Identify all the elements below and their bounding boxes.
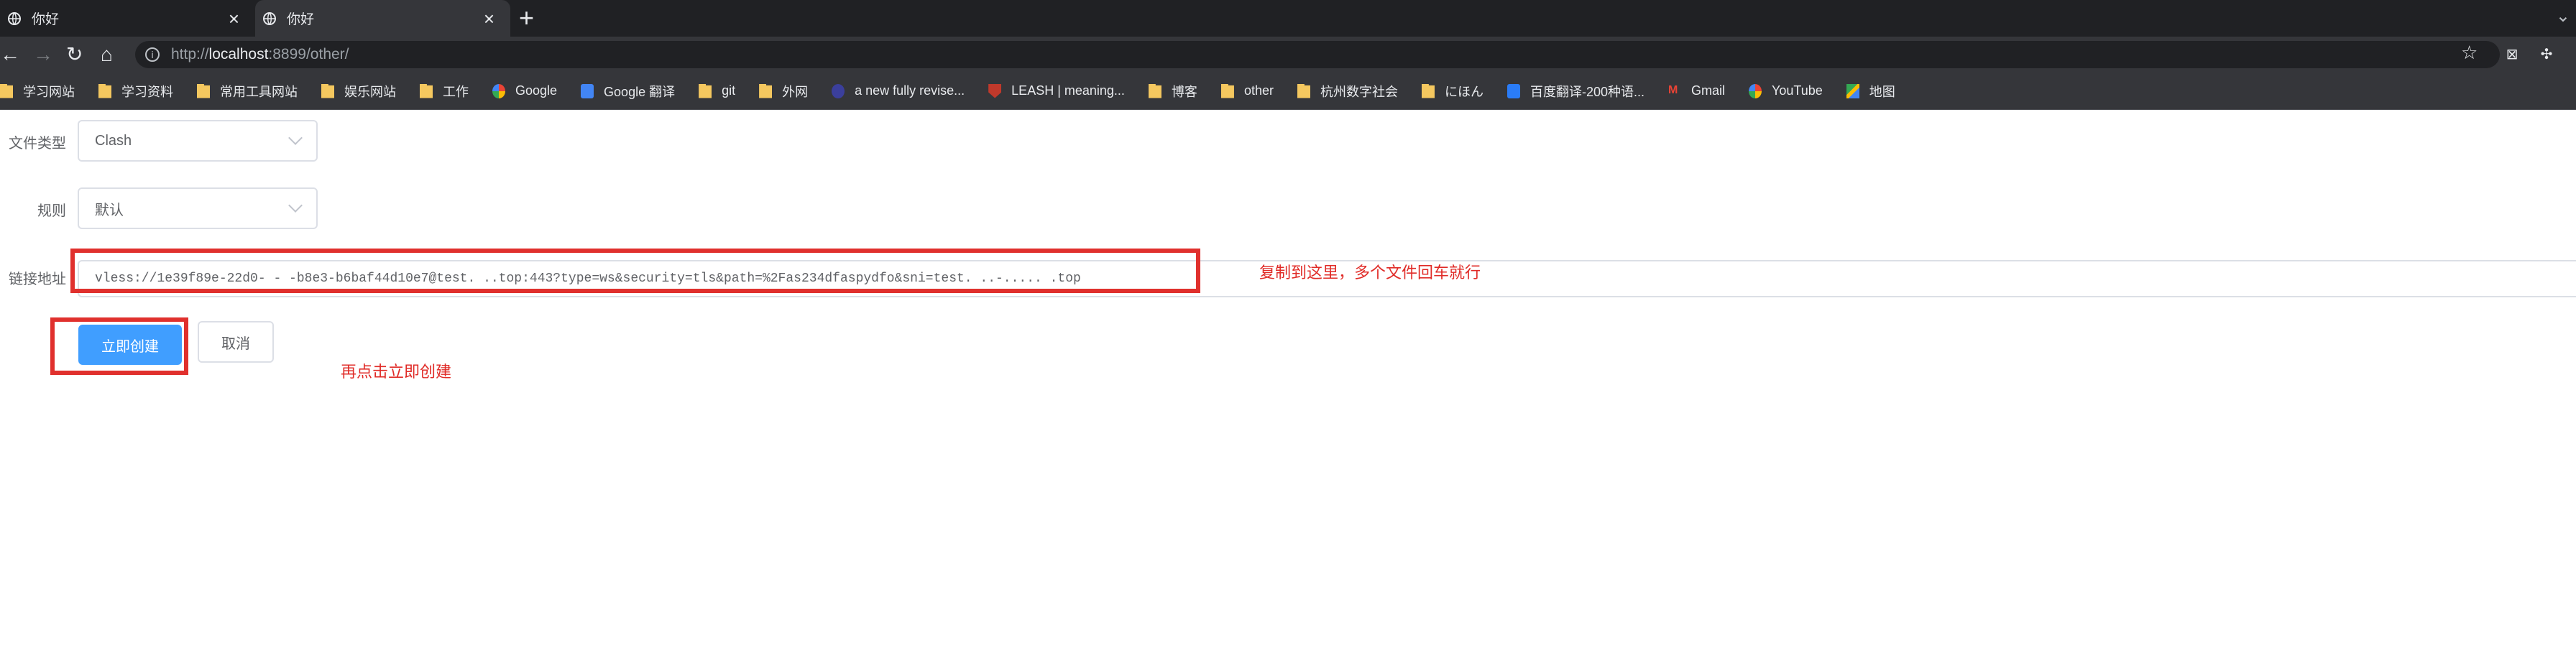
folder-icon [1297, 83, 1310, 98]
chevron-down-icon [288, 198, 303, 213]
shield-icon [988, 83, 1002, 98]
site-info-icon[interactable]: i [145, 47, 160, 62]
tab-strip: 你好 × 你好 × + ⌄ [0, 0, 2576, 37]
bookmark-label: 工作 [443, 84, 469, 99]
gmail-icon: M [1668, 83, 1678, 96]
bookmark-label: LEASH | meaning... [1011, 83, 1125, 98]
bookmark-label: Google 翻译 [604, 84, 676, 99]
bookmark-item[interactable]: git [699, 83, 735, 98]
bookmark-item[interactable]: a new fully revise... [832, 83, 965, 98]
address-bar[interactable]: i http://localhost:8899/other/ [135, 41, 2500, 68]
google-translate-icon [581, 83, 594, 98]
bookmark-star-icon[interactable]: ☆ [2461, 42, 2478, 64]
bookmark-label: 学习网站 [23, 84, 75, 99]
highlight-box-create [50, 317, 188, 375]
browser-tab-active[interactable]: 你好 × [255, 0, 510, 37]
rule-select[interactable]: 默认 [78, 187, 318, 229]
bookmark-item[interactable]: 博客 [1148, 82, 1197, 101]
forward-icon[interactable]: → [33, 43, 53, 66]
link-label: 链接地址 [9, 272, 66, 287]
puzzle-icon[interactable]: ✣ [2537, 45, 2556, 64]
bookmark-item[interactable]: 百度翻译-200种语... [1506, 82, 1644, 101]
rule-label: 规则 [37, 203, 66, 219]
google-icon [492, 83, 505, 98]
bookmark-item[interactable]: M Gmail [1668, 83, 1725, 98]
baidu-translate-icon [1506, 83, 1520, 98]
bookmark-item[interactable]: 地图 [1846, 82, 1895, 101]
bookmark-item[interactable]: 娱乐网站 [321, 82, 396, 101]
google-icon [1749, 83, 1762, 98]
paste-hint-annotation: 复制到这里，多个文件回车就行 [1259, 264, 1481, 282]
globe-icon [263, 11, 276, 25]
bookmark-item[interactable]: Google [492, 83, 557, 98]
tab-title: 你好 [287, 12, 315, 27]
extension-icon[interactable]: ⊠ [2503, 45, 2521, 64]
file-type-select[interactable]: Clash [78, 120, 318, 162]
bookmark-item[interactable]: 杭州数字社会 [1297, 82, 1398, 101]
folder-icon [699, 83, 712, 98]
highlight-box-link [70, 249, 1200, 293]
close-tab-icon[interactable]: × [484, 9, 494, 28]
close-tab-icon[interactable]: × [229, 9, 239, 28]
bookmark-label: 杭州数字社会 [1320, 84, 1398, 99]
browser-toolbar: ← → ↻ ⌂ i http://localhost:8899/other/ ☆… [0, 37, 2576, 73]
tab-title: 你好 [32, 12, 60, 27]
bookmark-label: Gmail [1691, 83, 1726, 98]
maps-icon [1846, 83, 1859, 98]
folder-icon [0, 83, 13, 98]
bookmark-label: 常用工具网站 [220, 84, 298, 99]
bookmark-label: 百度翻译-200种语... [1530, 84, 1644, 99]
folder-icon [1148, 83, 1162, 98]
folder-icon [1220, 83, 1234, 98]
click-hint-annotation: 再点击立即创建 [341, 363, 452, 381]
chevron-down-icon [288, 131, 303, 145]
bookmark-label: 娱乐网站 [344, 84, 396, 99]
bookmark-label: 外网 [782, 84, 809, 99]
bookmark-item[interactable]: other [1220, 83, 1274, 98]
bookmark-item[interactable]: 外网 [759, 82, 808, 101]
folder-icon [759, 83, 773, 98]
chevron-down-icon[interactable]: ⌄ [2556, 6, 2570, 27]
bookmark-label: YouTube [1772, 83, 1823, 98]
folder-icon [98, 83, 111, 98]
bookmark-label: 地图 [1869, 84, 1895, 99]
home-icon[interactable]: ⌂ [101, 43, 113, 66]
bookmark-label: 博客 [1171, 84, 1197, 99]
bookmark-item[interactable]: 常用工具网站 [197, 82, 298, 101]
cancel-button[interactable]: 取消 [198, 321, 274, 363]
globe-icon [8, 11, 21, 25]
folder-icon [420, 83, 433, 98]
url-text: http://localhost:8899/other/ [171, 46, 349, 62]
folder-icon [321, 83, 334, 98]
new-tab-icon[interactable]: + [519, 3, 534, 33]
file-type-label: 文件类型 [9, 136, 66, 152]
bookmark-item[interactable]: YouTube [1749, 83, 1823, 98]
back-icon[interactable]: ← [0, 43, 20, 66]
reload-icon[interactable]: ↻ [66, 43, 83, 66]
bookmark-label: git [722, 83, 736, 98]
bookmark-label: 学习资料 [121, 84, 173, 99]
bookmarks-bar: 学习网站 学习资料 常用工具网站 娱乐网站 工作 Google Google 翻译 git 外网… [0, 73, 2576, 110]
bookmark-item[interactable]: Google 翻译 [581, 82, 675, 101]
bookmark-item[interactable]: にほん [1421, 82, 1484, 101]
folder-icon [197, 83, 210, 98]
bookmark-item[interactable]: LEASH | meaning... [988, 83, 1125, 98]
bookmark-label: a new fully revise... [855, 83, 965, 98]
bookmark-item[interactable]: 工作 [420, 82, 469, 101]
bookmark-item[interactable]: 学习资料 [98, 82, 173, 101]
bookmark-label: Google [515, 83, 558, 98]
browser-tab[interactable]: 你好 × [0, 0, 255, 37]
bookmark-item[interactable]: 学习网站 [0, 82, 75, 101]
bookmark-label: other [1243, 83, 1274, 98]
rule-value: 默认 [95, 202, 124, 218]
site-icon [832, 83, 845, 98]
bookmark-label: にほん [1444, 84, 1484, 99]
file-type-value: Clash [95, 132, 132, 149]
folder-icon [1421, 83, 1435, 98]
